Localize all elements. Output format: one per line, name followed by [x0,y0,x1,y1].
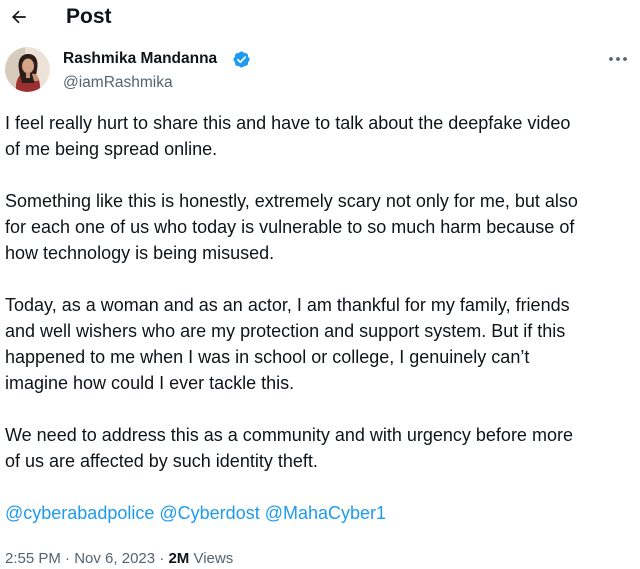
mention-link-cyberabadpolice[interactable]: @cyberabadpolice [5,503,154,523]
views-count: 2M [168,550,190,567]
page-title: Post [66,5,112,28]
mention-link-mahacyber1[interactable]: @MahaCyber1 [265,503,386,523]
post-date[interactable]: Nov 6, 2023 [74,550,155,567]
avatar[interactable] [5,47,50,92]
more-horizontal-icon [609,57,627,61]
verified-badge-icon [233,51,250,68]
profile-photo [5,47,50,92]
meta-separator: · [65,550,71,567]
more-button[interactable] [604,48,632,70]
post-time[interactable]: 2:55 PM [5,550,61,567]
tweet-text: I feel really hurt to share this and hav… [5,110,637,526]
arrow-left-icon [11,10,26,24]
tweet-paragraph: Today, as a woman and as an actor, I am … [5,295,570,393]
views-label: Views [193,550,234,567]
top-bar: Post [0,0,640,34]
tweet-paragraph: I feel really hurt to share this and hav… [5,113,571,159]
mention-link-cyberdost[interactable]: @Cyberdost [159,503,259,523]
tweet-paragraph: We need to address this as a community a… [5,425,573,471]
back-button[interactable] [2,0,36,34]
tweet-paragraph: Something like this is honestly, extreme… [5,191,578,263]
meta-separator: · [159,550,165,567]
tweet-metadata: 2:55 PM · Nov 6, 2023 · 2M Views [5,549,233,569]
author-handle[interactable]: @iamRashmika [63,73,173,93]
mentions-line: @cyberabadpolice @Cyberdost @MahaCyber1 [5,500,637,526]
author-name[interactable]: Rashmika Mandanna [63,49,217,69]
